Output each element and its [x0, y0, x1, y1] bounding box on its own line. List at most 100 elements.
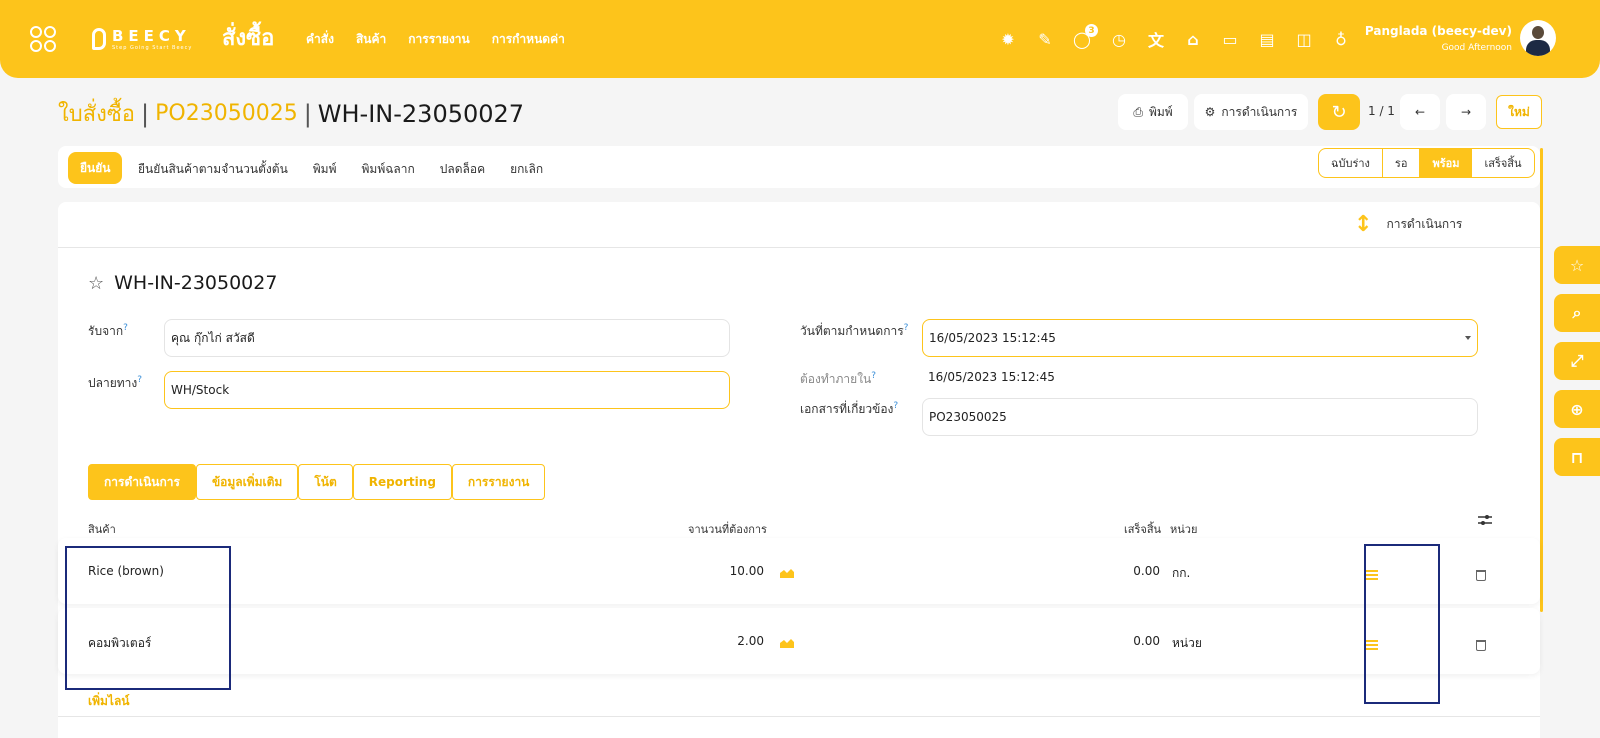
note-icon[interactable]: ◫	[1292, 28, 1316, 50]
forecast-chart-icon[interactable]	[780, 638, 794, 648]
edit-icon[interactable]: ✎	[1033, 28, 1057, 50]
nav-orders[interactable]: คำสั่ง	[306, 30, 334, 49]
scrollbar[interactable]	[1540, 148, 1543, 612]
print-label-button[interactable]: พิมพ์ฉลาก	[362, 160, 415, 179]
logo[interactable]: BEECY Step Going Start Beecy	[92, 26, 192, 51]
trash-icon[interactable]	[1476, 570, 1486, 581]
apps-menu-icon[interactable]	[30, 26, 56, 52]
status-bar: ฉบับร่าง รอ พร้อม เสร็จสิ้น	[1318, 148, 1535, 178]
logo-text: BEECY	[112, 27, 191, 45]
scheduled-date-input[interactable]: 16/05/2023 15:12:45	[922, 319, 1478, 357]
action-bar: ยืนยัน ยืนยันสินค้าตามจำนวนตั้งต้น พิมพ์…	[58, 146, 1540, 188]
chat-badge: 3	[1085, 24, 1098, 37]
row-done: 0.00	[1133, 564, 1160, 578]
cancel-button[interactable]: ยกเลิก	[510, 160, 543, 179]
star-icon[interactable]: ☆	[88, 273, 104, 294]
print-action-button[interactable]: พิมพ์	[313, 160, 337, 179]
pager-next-button[interactable]: →	[1446, 94, 1486, 130]
building-icon[interactable]: ⌂	[1181, 28, 1205, 50]
row-unit: หน่วย	[1172, 636, 1202, 650]
source-document-input[interactable]: PO23050025	[922, 398, 1478, 436]
nav-reporting[interactable]: การรายงาน	[408, 30, 469, 49]
status-draft[interactable]: ฉบับร่าง	[1319, 149, 1382, 177]
chatter-toggle[interactable]: ↕ การดำเนินการ	[1354, 212, 1462, 237]
receive-from-label: รับจาก?	[88, 323, 128, 338]
breadcrumb: ใบสั่งซื้อ | PO23050025 | WH-IN-23050027	[58, 96, 524, 131]
lightbulb-icon[interactable]: ♁	[1329, 28, 1353, 50]
row-done: 0.00	[1133, 634, 1160, 648]
highlight-box-products	[65, 546, 231, 690]
source-document-label: เอกสารที่เกี่ยวข้อง?	[800, 401, 899, 416]
pager-value: 1 / 1	[1368, 104, 1395, 118]
code-icon[interactable]: ▭	[1218, 28, 1242, 50]
paint-roller-icon[interactable]: ▤	[1255, 28, 1279, 50]
timer-icon[interactable]: ◷	[1107, 28, 1131, 50]
column-header-demand[interactable]: จานวนที่ต้องการ	[688, 520, 767, 538]
action-items: ยืนยันสินค้าตามจำนวนตั้งต้น พิมพ์ พิมพ์ฉ…	[138, 160, 543, 179]
tab-reporting-en[interactable]: Reporting	[352, 464, 452, 500]
chatter-label: การดำเนินการ	[1386, 217, 1463, 231]
breadcrumb-separator: |	[141, 99, 150, 128]
tab-note[interactable]: โน้ต	[298, 464, 353, 500]
destination-input[interactable]: WH/Stock	[164, 371, 730, 409]
breadcrumb-root[interactable]: ใบสั่งซื้อ	[58, 96, 135, 131]
column-settings-icon[interactable]	[1478, 514, 1492, 526]
destination-label: ปลายทาง?	[88, 375, 143, 390]
action-label: การดำเนินการ	[1221, 104, 1298, 119]
translate-icon[interactable]: 文	[1144, 28, 1168, 50]
tab-additional-info[interactable]: ข้อมูลเพิ่มเติม	[195, 464, 299, 500]
action-menu-button[interactable]: ⚙ การดำเนินการ	[1194, 94, 1308, 130]
table-row[interactable]: Rice (brown) 10.00 0.00 กก.	[58, 538, 1540, 604]
chat-icon[interactable]: ◯ 3	[1070, 24, 1098, 50]
column-header-done[interactable]: เสร็จสิ้น	[1124, 520, 1161, 538]
breadcrumb-parent[interactable]: PO23050025	[155, 101, 298, 126]
user-greeting: Good Afternoon	[1441, 43, 1512, 53]
column-header-product[interactable]: สินค้า	[88, 520, 116, 538]
status-done[interactable]: เสร็จสิ้น	[1471, 149, 1533, 177]
bookmark-icon[interactable]: ⊓	[1554, 438, 1600, 476]
deadline-label: ต้องทำภายใน?	[800, 371, 877, 386]
nav-products[interactable]: สินค้า	[356, 30, 386, 49]
nav-configuration[interactable]: การกำหนดค่า	[492, 30, 565, 49]
unlock-button[interactable]: ปลดล็อค	[440, 160, 485, 179]
logo-sub: Step Going Start Beecy	[112, 45, 193, 51]
search-icon[interactable]: ⌕	[1554, 294, 1600, 332]
refresh-button[interactable]: ↻	[1318, 94, 1360, 130]
highlight-box-details	[1364, 544, 1440, 704]
new-button[interactable]: ใหม่	[1496, 95, 1542, 129]
status-ready[interactable]: พร้อม	[1419, 149, 1472, 177]
receive-from-input[interactable]: คุณ กุ๊กไก่ สวัสดี	[164, 319, 730, 357]
table-row[interactable]: คอมพิวเตอร์ 2.00 0.00 หน่วย	[58, 608, 1540, 674]
gear-icon: ⚙	[1204, 105, 1216, 119]
top-bar: BEECY Step Going Start Beecy สั่งซื้อ คำ…	[0, 0, 1600, 78]
forecast-chart-icon[interactable]	[780, 568, 794, 578]
column-header-unit[interactable]: หน่วย	[1170, 520, 1197, 538]
tab-reporting[interactable]: การรายงาน	[451, 464, 546, 500]
chevron-down-icon	[1465, 336, 1471, 340]
status-waiting[interactable]: รอ	[1381, 149, 1420, 177]
arrow-right-icon: →	[1460, 105, 1472, 119]
confirm-button[interactable]: ยืนยัน	[68, 152, 123, 184]
user-menu[interactable]: Panglada (beecy-dev) Good Afternoon	[1365, 24, 1512, 53]
favorite-star-icon[interactable]: ☆	[1554, 246, 1600, 284]
tab-operations[interactable]: การดำเนินการ	[88, 464, 196, 500]
print-label: พิมพ์	[1148, 104, 1173, 119]
avatar[interactable]	[1520, 20, 1556, 56]
print-button[interactable]: ⎙ พิมพ์	[1118, 94, 1188, 130]
expand-icon[interactable]: ⤢	[1554, 342, 1600, 380]
resize-vertical-icon: ↕	[1354, 212, 1373, 237]
bug-icon[interactable]: ✹	[996, 28, 1020, 50]
pager-previous-button[interactable]: ←	[1400, 94, 1440, 130]
zoom-in-icon[interactable]: ⊕	[1554, 390, 1600, 428]
scheduled-date-value: 16/05/2023 15:12:45	[929, 331, 1056, 345]
systray: ✹ ✎ ◯ 3 ◷ 文 ⌂ ▭ ▤ ◫ ♁	[996, 24, 1353, 50]
breadcrumb-separator: |	[303, 99, 312, 128]
confirm-initial-qty-button[interactable]: ยืนยันสินค้าตามจำนวนตั้งต้น	[138, 160, 288, 179]
main-nav: คำสั่ง สินค้า การรายงาน การกำหนดค่า	[306, 30, 565, 49]
add-line-button[interactable]: เพิ่มไลน์	[88, 692, 130, 711]
trash-icon[interactable]	[1476, 640, 1486, 651]
app-title[interactable]: สั่งซื้อ	[222, 20, 274, 55]
record-name: WH-IN-23050027	[114, 272, 278, 294]
arrow-left-icon: ←	[1414, 105, 1426, 119]
divider	[58, 716, 1540, 717]
